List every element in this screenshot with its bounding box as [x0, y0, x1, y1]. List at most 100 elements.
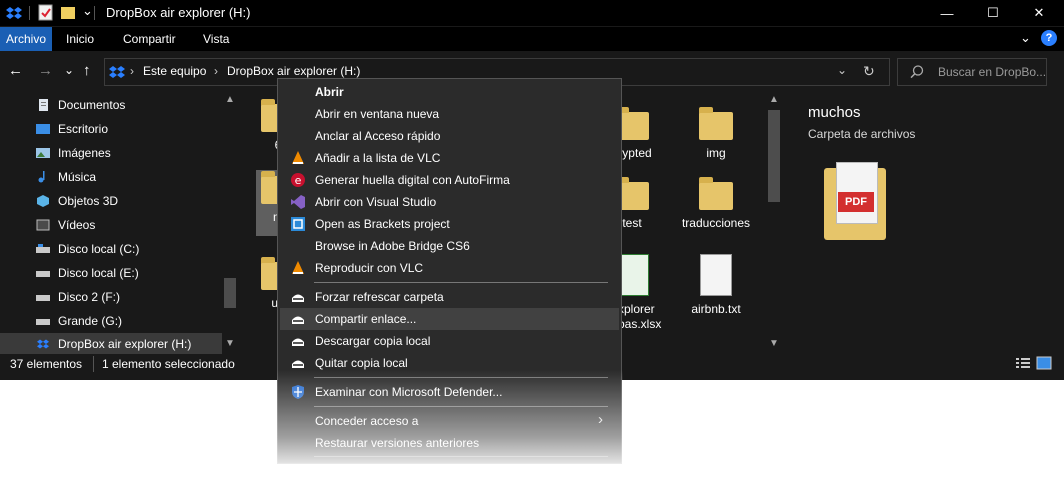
menu-item-restaurar-versiones[interactable]: Restaurar versiones anteriores: [280, 432, 619, 454]
menu-item-anclar-acceso-rapido[interactable]: Anclar al Acceso rápido: [280, 125, 619, 147]
search-icon: [910, 65, 924, 79]
file-item[interactable]: airbnb.txt: [680, 254, 752, 317]
sidebar-item-musica[interactable]: Música: [36, 166, 96, 188]
preview-title: muchos: [808, 104, 861, 121]
properties-icon[interactable]: [38, 4, 54, 21]
drive-icon: [36, 295, 50, 301]
music-icon: [38, 171, 45, 183]
details-view-icon[interactable]: [1015, 356, 1031, 370]
maximize-button[interactable]: ☐: [970, 0, 1016, 26]
large-icons-view-icon[interactable]: [1036, 356, 1052, 370]
tab-inicio[interactable]: Inicio: [60, 27, 100, 51]
tab-vista[interactable]: Vista: [197, 27, 235, 51]
back-button[interactable]: ←: [8, 62, 23, 79]
menu-item-brackets[interactable]: Open as Brackets project: [280, 213, 619, 235]
menu-item-descargar-copia[interactable]: Descargar copia local: [280, 330, 619, 352]
scroll-up-icon[interactable]: ▲: [225, 94, 235, 105]
drive-icon: [36, 319, 50, 325]
menu-item-conceder-acceso[interactable]: Conceder acceso a ›: [280, 410, 619, 432]
up-button[interactable]: ↑: [83, 62, 91, 79]
menu-item-label: Compartir enlace...: [315, 312, 417, 326]
breadcrumb-este-equipo[interactable]: Este equipo: [143, 64, 206, 78]
sidebar-item-disco-c[interactable]: Disco local (C:): [36, 238, 139, 260]
sidebar-item-videos[interactable]: Vídeos: [36, 214, 95, 236]
forward-button[interactable]: →: [38, 62, 53, 79]
menu-item-adobe-bridge[interactable]: Browse in Adobe Bridge CS6: [280, 235, 619, 257]
sidebar-item-disco-e[interactable]: Disco local (E:): [36, 262, 139, 284]
status-divider: [93, 356, 94, 372]
menu-item-compartir-enlace[interactable]: Compartir enlace...: [280, 308, 619, 330]
breadcrumb-separator: ›: [214, 64, 218, 78]
sidebar-item-label: Grande (G:): [58, 314, 123, 328]
sidebar-item-documentos[interactable]: Documentos: [36, 94, 125, 116]
files-scrollbar[interactable]: ▲ ▼: [766, 92, 782, 354]
tab-archivo[interactable]: Archivo: [0, 27, 53, 51]
menu-item-label: Restaurar versiones anteriores: [315, 436, 480, 450]
sidebar-item-label: Disco local (E:): [58, 266, 139, 280]
visual-studio-icon: [291, 195, 305, 209]
context-menu: Abrir Abrir en ventana nueva Anclar al A…: [277, 78, 622, 464]
minimize-button[interactable]: —: [924, 0, 970, 26]
dropbox-icon: [37, 339, 49, 349]
refresh-icon[interactable]: ↻: [863, 63, 875, 80]
sidebar-item-imagenes[interactable]: Imágenes: [36, 142, 111, 164]
menu-separator: [314, 377, 608, 378]
sidebar-item-label: Música: [58, 170, 97, 184]
menu-separator: [314, 282, 608, 283]
vlc-icon: [292, 151, 304, 164]
window-title: DropBox air explorer (H:): [106, 5, 251, 20]
ribbon-expand-icon[interactable]: ⌄: [1020, 30, 1031, 46]
menu-item-label: Examinar con Microsoft Defender...: [315, 385, 503, 399]
objects3d-icon: [37, 195, 49, 207]
menu-item-quitar-copia[interactable]: Quitar copia local: [280, 352, 619, 374]
tab-compartir[interactable]: Compartir: [117, 27, 182, 51]
sidebar-item-disco-f[interactable]: Disco 2 (F:): [36, 286, 120, 308]
search-box[interactable]: Buscar en DropBo...: [897, 58, 1047, 86]
sidebar-scroll-thumb[interactable]: [224, 278, 236, 308]
menu-item-label: Generar huella digital con AutoFirma: [315, 173, 510, 187]
menu-item-label: Descargar copia local: [315, 334, 431, 348]
sidebar-item-objetos-3d[interactable]: Objetos 3D: [36, 190, 118, 212]
file-item[interactable]: img: [680, 107, 752, 161]
scroll-up-icon[interactable]: ▲: [769, 94, 779, 105]
menu-item-label: Forzar refrescar carpeta: [315, 290, 444, 304]
search-placeholder: Buscar en DropBo...: [938, 65, 1047, 79]
address-dropdown-icon[interactable]: ⌄: [837, 63, 847, 77]
sidebar-item-label: Disco local (C:): [58, 242, 140, 256]
ribbon-tabs: Archivo Inicio Compartir Vista ⌄ ?: [0, 27, 1064, 51]
recent-locations-button[interactable]: ⌄: [64, 63, 74, 77]
menu-item-abrir-ventana-nueva[interactable]: Abrir en ventana nueva: [280, 103, 619, 125]
sidebar-scrollbar[interactable]: ▲ ▼: [222, 92, 238, 354]
menu-item-label: Abrir: [315, 85, 344, 99]
breadcrumb-current[interactable]: DropBox air explorer (H:): [227, 64, 360, 78]
quick-access-dropdown-icon[interactable]: ⌄: [82, 3, 93, 19]
help-icon[interactable]: ?: [1041, 30, 1057, 46]
air-explorer-icon: [292, 338, 304, 346]
menu-item-reproducir-vlc[interactable]: Reproducir con VLC: [280, 257, 619, 279]
defender-icon: [292, 385, 304, 399]
documents-icon: [39, 99, 48, 111]
sidebar-item-escritorio[interactable]: Escritorio: [36, 118, 108, 140]
file-label: airbnb.txt: [691, 302, 741, 316]
menu-item-forzar-refrescar[interactable]: Forzar refrescar carpeta: [280, 286, 619, 308]
vlc-icon: [292, 261, 304, 274]
menu-item-autofirma[interactable]: e Generar huella digital con AutoFirma: [280, 169, 619, 191]
title-divider: [29, 6, 30, 20]
files-scroll-thumb[interactable]: [768, 110, 780, 202]
menu-item-abrir[interactable]: Abrir: [280, 81, 619, 103]
menu-item-label: Quitar copia local: [315, 356, 408, 370]
file-item[interactable]: traducciones: [680, 177, 752, 231]
menu-item-label: Anclar al Acceso rápido: [315, 129, 441, 143]
scroll-down-icon[interactable]: ▼: [769, 338, 779, 349]
file-label: img: [706, 146, 726, 160]
menu-item-label: Abrir en ventana nueva: [315, 107, 440, 121]
close-button[interactable]: ✕: [1016, 0, 1062, 26]
menu-item-microsoft-defender[interactable]: Examinar con Microsoft Defender...: [280, 381, 619, 403]
sidebar-item-dropbox-h[interactable]: DropBox air explorer (H:): [0, 333, 222, 355]
sidebar-item-label: Objetos 3D: [58, 194, 119, 208]
new-folder-icon[interactable]: [60, 5, 76, 20]
menu-item-anadir-vlc[interactable]: Añadir a la lista de VLC: [280, 147, 619, 169]
scroll-down-icon[interactable]: ▼: [225, 338, 235, 349]
sidebar-item-grande-g[interactable]: Grande (G:): [36, 310, 122, 332]
menu-item-visual-studio[interactable]: Abrir con Visual Studio: [280, 191, 619, 213]
